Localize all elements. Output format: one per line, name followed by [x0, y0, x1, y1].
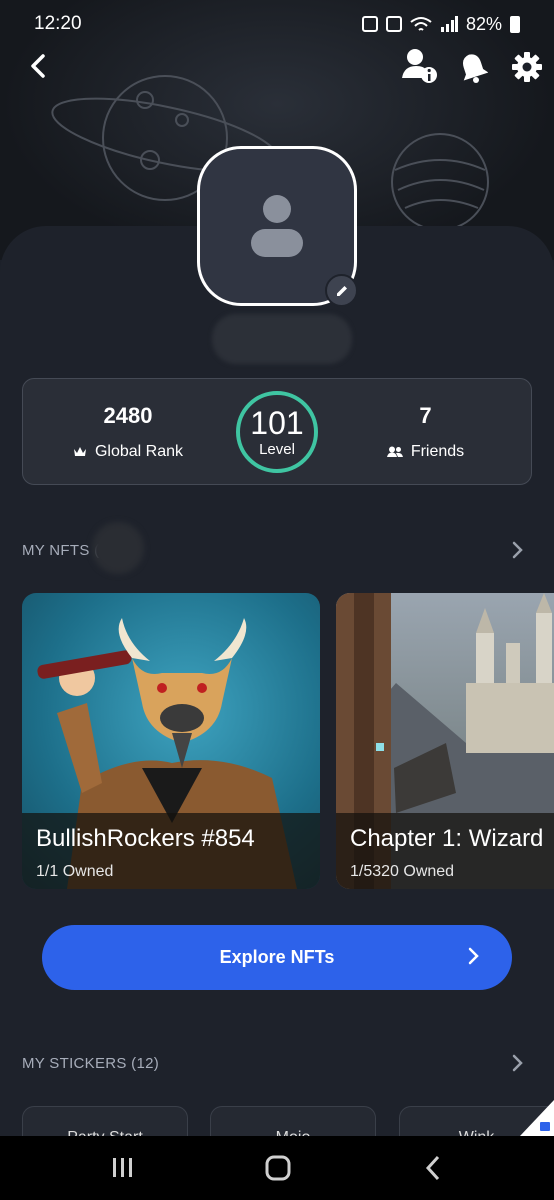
friends-label-row: Friends: [363, 443, 488, 461]
crown-icon: [73, 447, 86, 456]
back-nav-icon[interactable]: [425, 1155, 440, 1181]
level-badge: 101 Level: [236, 391, 318, 473]
nft-name: Chapter 1: Wizard: [350, 825, 544, 852]
screenshot-corner-tag[interactable]: [520, 1100, 554, 1136]
status-time: 12:20: [34, 13, 82, 34]
signal-icon: [440, 16, 458, 32]
bell-icon: [462, 54, 488, 83]
nft-caption: BullishRockers #854 1/1 Owned: [22, 813, 320, 889]
nft-name: BullishRockers #854: [36, 825, 255, 852]
friends-stat[interactable]: 7 Friends: [363, 403, 488, 461]
settings-button[interactable]: [508, 48, 546, 86]
corner-tag-icon: [520, 1100, 554, 1136]
nft-owned: 1/1 Owned: [36, 863, 114, 880]
global-rank-value: 2480: [103, 403, 153, 428]
friends-icon: [386, 446, 403, 457]
status-bar: 12:20 82%: [0, 0, 554, 48]
friends-label: Friends: [410, 443, 465, 460]
top-bar: [0, 44, 554, 88]
battery-icon: [510, 15, 520, 33]
level-value: 101: [250, 404, 304, 441]
redacted-username: [212, 314, 352, 364]
friends-value: 7: [419, 403, 432, 428]
wifi-icon: [410, 17, 432, 31]
explore-nfts-button[interactable]: Explore NFTs: [42, 925, 512, 990]
notifications-button[interactable]: [454, 48, 492, 86]
explore-nfts-label: Explore NFTs: [219, 947, 335, 967]
chevron-right-icon: [512, 541, 523, 559]
level-label: Level: [259, 440, 295, 458]
nfts-see-all-button[interactable]: [512, 541, 524, 564]
back-icon: [31, 54, 45, 78]
chevron-right-icon: [468, 947, 479, 965]
recent-apps-icon[interactable]: [113, 1158, 132, 1177]
global-rank-label: Global Rank: [94, 443, 184, 460]
app-notification-icon: [385, 16, 402, 32]
nft-owned: 1/5320 Owned: [350, 863, 455, 880]
battery-percent: 82%: [465, 13, 502, 34]
chevron-right-icon: [512, 1054, 523, 1072]
nft-caption: Chapter 1: Wizard 1/5320 Owned: [336, 813, 554, 889]
redacted-count: [92, 522, 144, 574]
global-rank-label-row: Global Rank: [63, 443, 193, 461]
gear-icon: [512, 52, 542, 82]
default-user-icon: [251, 195, 303, 257]
profile-info-button[interactable]: [398, 46, 440, 86]
home-icon[interactable]: [265, 1155, 291, 1181]
user-info-icon: [402, 49, 437, 83]
global-rank-stat[interactable]: 2480 Global Rank: [63, 403, 193, 461]
stickers-section-title: MY STICKERS (12): [22, 1055, 160, 1072]
notification-icon: [361, 16, 378, 32]
status-icons: 82%: [361, 13, 520, 35]
nft-card[interactable]: Chapter 1: Wizard 1/5320 Owned: [336, 593, 554, 889]
system-nav-bar: [0, 1136, 554, 1200]
back-button[interactable]: [22, 48, 54, 84]
pencil-icon: [336, 285, 347, 296]
edit-avatar-button[interactable]: [325, 274, 358, 307]
nft-card[interactable]: BullishRockers #854 1/1 Owned: [22, 593, 320, 889]
stickers-see-all-button[interactable]: [512, 1054, 524, 1077]
stats-panel: 2480 Global Rank 101 Level 7 Friends: [22, 378, 532, 485]
